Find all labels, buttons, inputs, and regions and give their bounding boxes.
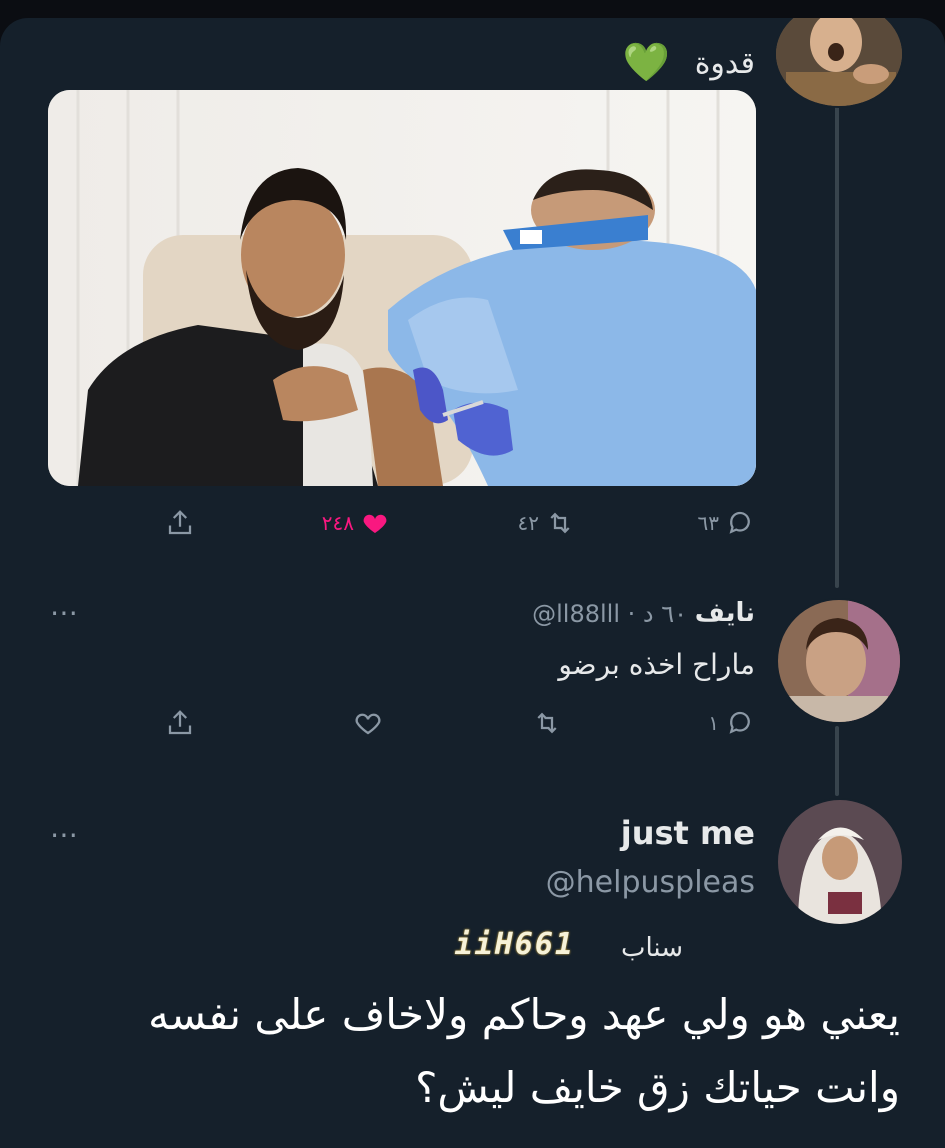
reply1-more-icon[interactable]: ⋯: [50, 596, 79, 629]
tweet-author-avatar[interactable]: [774, 18, 904, 108]
reply1-share-button[interactable]: [165, 708, 195, 738]
share-button[interactable]: [165, 508, 195, 538]
reply1-text: ماراح اخذه برضو: [558, 648, 755, 681]
thread-line-middle: [835, 726, 839, 796]
retweet-icon: [550, 512, 570, 534]
heart-filled-icon: [363, 514, 387, 533]
reply2-avatar[interactable]: [776, 798, 904, 926]
reply-count: ٦٣: [697, 511, 719, 535]
tweet-text: قدوة: [694, 46, 755, 81]
reply2-text-line2: وانت حياتك زق خايف ليش؟: [415, 1063, 900, 1112]
reply2-author-name[interactable]: just me: [621, 814, 755, 852]
green-heart-emoji: 💚: [622, 40, 670, 84]
reply-icon: [729, 511, 750, 534]
reply1-avatar[interactable]: [776, 598, 902, 724]
reply1-reply-count: ١: [708, 711, 719, 735]
reply2-text-line1: يعني هو ولي عهد وحاكم ولاخاف على نفسه: [148, 990, 900, 1039]
reply1-reply-button[interactable]: ١: [708, 708, 755, 738]
like-button[interactable]: ٢٤٨: [322, 508, 390, 538]
retweet-icon: [537, 712, 557, 734]
reply-button[interactable]: ٦٣: [698, 508, 755, 538]
snap-code: iiH661: [454, 927, 575, 962]
reply1-like-button[interactable]: [353, 708, 383, 738]
reply2-more-icon[interactable]: ⋯: [50, 818, 79, 851]
share-icon: [168, 710, 192, 735]
retweet-button[interactable]: ٤٢: [518, 508, 575, 538]
reply1-retweet-button[interactable]: [532, 708, 562, 738]
reply1-handle-time: @ll88lll · ٦٠ د: [532, 600, 687, 628]
reply-icon: [729, 711, 750, 734]
heart-outline-icon: [355, 713, 381, 735]
twitter-thread: قدوة 💚 ٦٣ ٤٢ ٢٤٨ نايف @ll88lll · ٦٠ د ⋯ …: [0, 18, 945, 1148]
share-icon: [168, 510, 192, 535]
like-count: ٢٤٨: [321, 511, 354, 535]
tweet-media-image[interactable]: [48, 90, 756, 486]
snap-label: سناب: [620, 933, 683, 963]
retweet-count: ٤٢: [517, 511, 539, 535]
thread-line-top: [835, 106, 839, 588]
reply1-author-name[interactable]: نايف: [695, 598, 755, 628]
reply2-handle: @helpuspleas: [545, 865, 755, 900]
